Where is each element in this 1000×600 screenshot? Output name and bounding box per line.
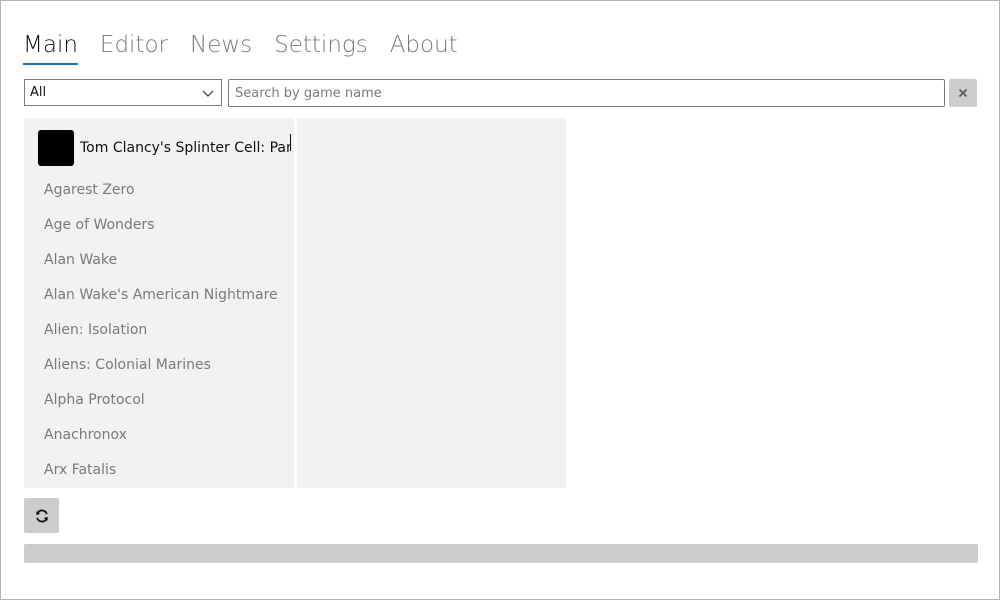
tab-settings[interactable]: Settings xyxy=(274,29,368,65)
tab-news[interactable]: News xyxy=(190,29,252,65)
text-caret xyxy=(290,134,291,151)
list-item[interactable]: Agarest Zero xyxy=(44,173,278,208)
list-item[interactable]: Age of Wonders xyxy=(44,208,278,243)
clear-search-button[interactable] xyxy=(949,79,977,107)
game-list-panel[interactable]: Tom Clancy's Splinter Cell: Pandora Tomo… xyxy=(24,118,294,488)
app-window: Main Editor News Settings About All Tom … xyxy=(0,0,1000,600)
selected-game-title: Tom Clancy's Splinter Cell: Pandora Tomo… xyxy=(80,140,290,156)
tab-main[interactable]: Main xyxy=(23,29,78,65)
tab-bar: Main Editor News Settings About xyxy=(23,29,480,65)
progress-bar xyxy=(24,544,978,563)
filter-dropdown[interactable]: All xyxy=(24,79,222,106)
tab-about[interactable]: About xyxy=(390,29,458,65)
game-detail-panel xyxy=(297,118,566,488)
list-item[interactable]: Alpha Protocol xyxy=(44,383,278,418)
list-item[interactable]: Alan Wake's American Nightmare xyxy=(44,278,278,313)
list-item[interactable]: Alan Wake xyxy=(44,243,278,278)
close-icon xyxy=(958,88,968,98)
search-input[interactable] xyxy=(228,79,945,107)
list-item[interactable]: Aliens: Colonial Marines xyxy=(44,348,278,383)
filter-dropdown-value: All xyxy=(30,85,47,100)
chevron-down-icon xyxy=(202,90,214,97)
game-list: Agarest Zero Age of Wonders Alan Wake Al… xyxy=(44,173,278,488)
selected-game-row[interactable]: Tom Clancy's Splinter Cell: Pandora Tomo… xyxy=(38,130,294,166)
list-item[interactable]: Arx Fatalis xyxy=(44,453,278,488)
refresh-icon xyxy=(35,509,48,522)
tab-editor[interactable]: Editor xyxy=(100,29,168,65)
list-item[interactable]: Alien: Isolation xyxy=(44,313,278,348)
refresh-button[interactable] xyxy=(24,498,59,533)
list-item[interactable]: Anachronox xyxy=(44,418,278,453)
game-thumbnail xyxy=(38,130,74,166)
